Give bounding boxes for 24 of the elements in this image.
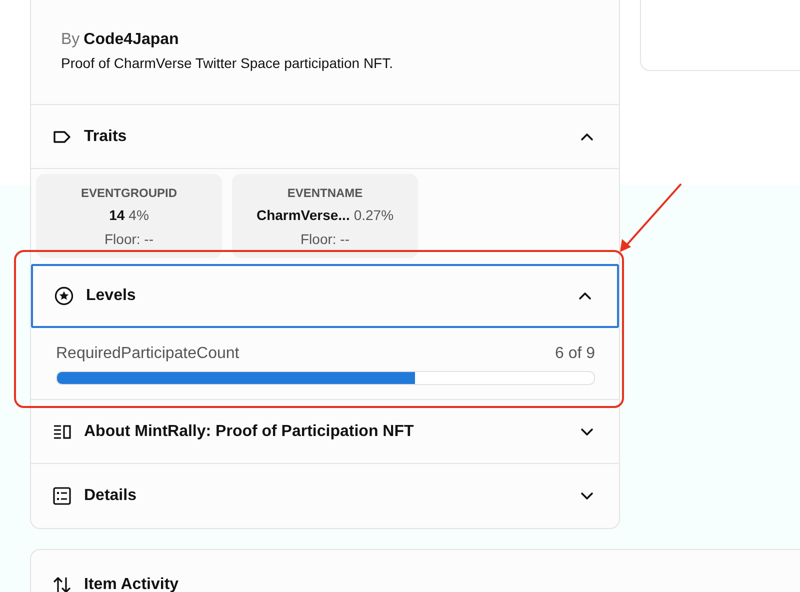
levels-header[interactable]: Levels	[31, 264, 619, 328]
trait-rarity: 0.27%	[354, 207, 394, 223]
creator-link[interactable]: Code4Japan	[84, 31, 179, 48]
list-icon	[52, 486, 72, 506]
trait-value: CharmVerse...	[256, 207, 350, 223]
trait-floor: Floor: --	[104, 231, 154, 247]
trait-rarity: 4%	[128, 207, 149, 223]
traits-header[interactable]: Traits	[31, 105, 619, 169]
trait-type: EVENTNAME	[286, 186, 364, 200]
trait-type: EVENTGROUPID	[80, 186, 178, 200]
trait-card[interactable]: EVENTNAME CharmVerse... 0.27% Floor: --	[232, 174, 418, 258]
level-reading: 6 of 9	[554, 345, 595, 363]
activity-header[interactable]: Item Activity	[31, 550, 800, 592]
star-circle-icon	[54, 286, 74, 306]
trait-value: 14	[109, 207, 125, 223]
item-description: Proof of CharmVerse Twitter Space participation NFT.	[61, 55, 394, 71]
trait-card[interactable]: EVENTGROUPID 14 4% Floor: --	[36, 174, 222, 258]
level-name: RequiredParticipateCount	[56, 345, 240, 363]
section-header[interactable]: About MintRally: Proof of Participation NFT	[31, 400, 619, 464]
annotation-arrow	[618, 182, 684, 254]
trait-floor: Floor: --	[300, 231, 350, 247]
by-label: By	[61, 31, 80, 48]
section-header[interactable]: Details	[31, 464, 619, 528]
sort-arrows-icon	[52, 575, 72, 592]
